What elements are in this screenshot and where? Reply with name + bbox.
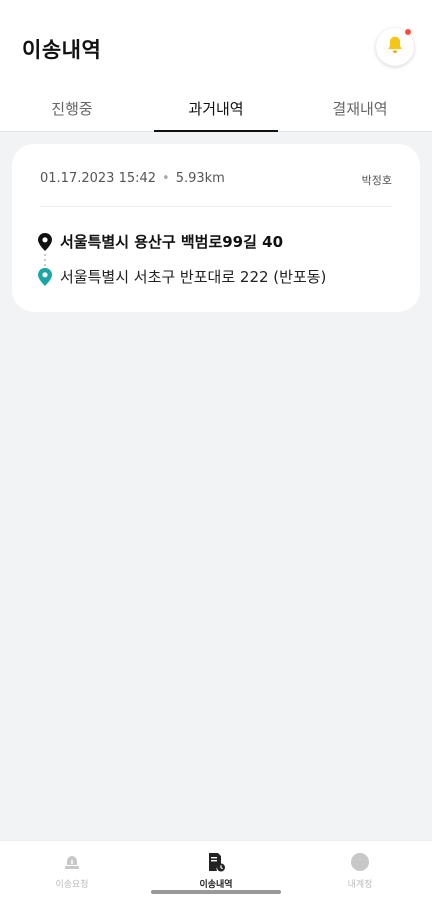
tab-past-history[interactable]: 과거내역 xyxy=(144,88,288,132)
bell-icon xyxy=(384,34,406,60)
trip-meta: 01.17.2023 15:42 • 5.93km xyxy=(40,171,225,186)
app-header: 이송내역 진행중 과거내역 결재내역 xyxy=(0,0,432,132)
meta-separator: • xyxy=(162,171,170,186)
nav-label: 이송내역 xyxy=(199,880,233,890)
notification-dot xyxy=(405,29,411,35)
document-clock-icon xyxy=(205,851,227,873)
origin-address: 서울특별시 용산구 백범로99길 40 xyxy=(60,233,284,251)
nav-label: 내계정 xyxy=(347,880,373,890)
trip-datetime: 01.17.2023 15:42 xyxy=(40,171,157,186)
card-divider xyxy=(40,206,392,207)
tab-in-progress[interactable]: 진행중 xyxy=(0,88,144,131)
ambulance-siren-icon xyxy=(61,851,83,873)
origin-pin-icon xyxy=(38,232,52,251)
nav-my-account[interactable]: 내계정 xyxy=(288,841,432,900)
trip-distance: 5.93km xyxy=(175,171,225,186)
history-tabs: 진행중 과거내역 결재내역 xyxy=(0,88,432,132)
profile-icon xyxy=(349,851,371,873)
tab-payment-history[interactable]: 결재내역 xyxy=(288,88,432,131)
destination-address-row: 서울특별시 서초구 반포대로 222 (반포동) xyxy=(38,266,326,287)
home-indicator[interactable] xyxy=(151,890,281,894)
origin-address-row: 서울특별시 용산구 백범로99길 40 xyxy=(38,231,283,252)
nav-label: 이송요청 xyxy=(55,880,89,890)
notification-button[interactable] xyxy=(376,28,414,66)
page-title: 이송내역 xyxy=(22,38,102,62)
driver-name: 박정호 xyxy=(361,174,392,187)
nav-transfer-request[interactable]: 이송요청 xyxy=(0,841,144,900)
destination-address: 서울특별시 서초구 반포대로 222 (반포동) xyxy=(60,268,327,286)
destination-pin-icon xyxy=(38,267,52,286)
history-card[interactable]: 01.17.2023 15:42 • 5.93km 박정호 서울특별시 용산구 백범… xyxy=(12,144,420,312)
route-connector xyxy=(44,252,46,266)
